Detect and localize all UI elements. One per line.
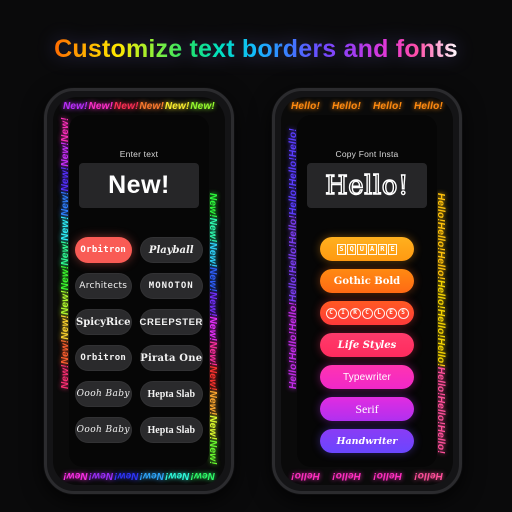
font-chip[interactable]: MONOTON	[139, 273, 203, 299]
font-chip[interactable]: SpicyRice	[75, 309, 132, 335]
font-chip[interactable]: Pirata One	[139, 345, 203, 371]
font-chip-grid: Orbitron Playball Architects MONOTON SpicyRi…	[75, 237, 203, 443]
boxed-letter: L	[373, 307, 385, 319]
font-style-pill[interactable]: Handwriter	[320, 429, 414, 453]
boxed-letter: Q	[347, 243, 357, 255]
enter-text-label: Enter text	[119, 149, 159, 159]
font-style-pill[interactable]: Typewriter	[320, 365, 414, 389]
font-chip[interactable]: CREEPSTER	[139, 309, 203, 335]
copy-font-insta-label: Copy Font Insta	[335, 149, 399, 159]
phone-mockup-left: New! New! New! New! New! New! New! New! New! New…	[44, 88, 234, 494]
text-input-box[interactable]: New!	[79, 163, 199, 208]
boxed-letter: U	[357, 243, 367, 255]
boxed-letter: E	[385, 307, 397, 319]
font-style-pill[interactable]: CIRCLES	[320, 301, 414, 325]
page-title: Customize text borders and fonts	[54, 34, 458, 63]
screen-content-right: Copy Font Insta Hello! S Q U A R E Gothic Bold…	[281, 97, 453, 485]
preview-text-left[interactable]: New!	[108, 171, 170, 200]
font-style-pill[interactable]: Life Styles	[320, 333, 414, 357]
preview-text-right[interactable]: Hello!	[324, 170, 409, 201]
boxed-letter: S	[397, 307, 409, 319]
phone-screen-right: Hello! Hello! Hello! Hello! Hello! Hello! Hel…	[281, 97, 453, 485]
font-preview-box[interactable]: Hello!	[307, 163, 427, 208]
font-chip[interactable]: Orbitron	[75, 345, 132, 371]
font-chip[interactable]: Orbitron	[75, 237, 132, 263]
font-chip[interactable]: Oooh Baby	[75, 381, 132, 407]
font-style-pill[interactable]: SQUARE	[320, 237, 414, 261]
boxed-letter: C	[361, 307, 373, 319]
font-chip[interactable]: Oooh Baby	[75, 417, 132, 443]
screen-content-left: Enter text New! Orbitron Playball Architec…	[53, 97, 225, 485]
font-chip[interactable]: Hepta Slab	[139, 381, 203, 407]
boxed-letter: C	[325, 307, 337, 319]
font-style-pill[interactable]: Serif	[320, 397, 414, 421]
font-style-pill[interactable]: Gothic Bold	[320, 269, 414, 293]
font-chip[interactable]: Playball	[139, 237, 203, 263]
boxed-letter: I	[337, 307, 349, 319]
font-chip[interactable]: Hepta Slab	[139, 417, 203, 443]
phone-mockup-right: Hello! Hello! Hello! Hello! Hello! Hello! Hel…	[272, 88, 462, 494]
font-style-pill-stack: S Q U A R E Gothic Bold C I R C L E S Life Styles Typew…	[281, 237, 453, 453]
phone-screen-left: New! New! New! New! New! New! New! New! New! New…	[53, 97, 225, 485]
font-chip[interactable]: Architects	[75, 273, 132, 299]
page-title-wrap: Customize text borders and fonts	[0, 28, 512, 70]
boxed-letter: R	[377, 243, 387, 255]
boxed-letter: A	[367, 243, 377, 255]
boxed-letter: S	[336, 243, 347, 255]
boxed-letter: R	[349, 307, 361, 319]
boxed-letter: E	[387, 243, 398, 255]
